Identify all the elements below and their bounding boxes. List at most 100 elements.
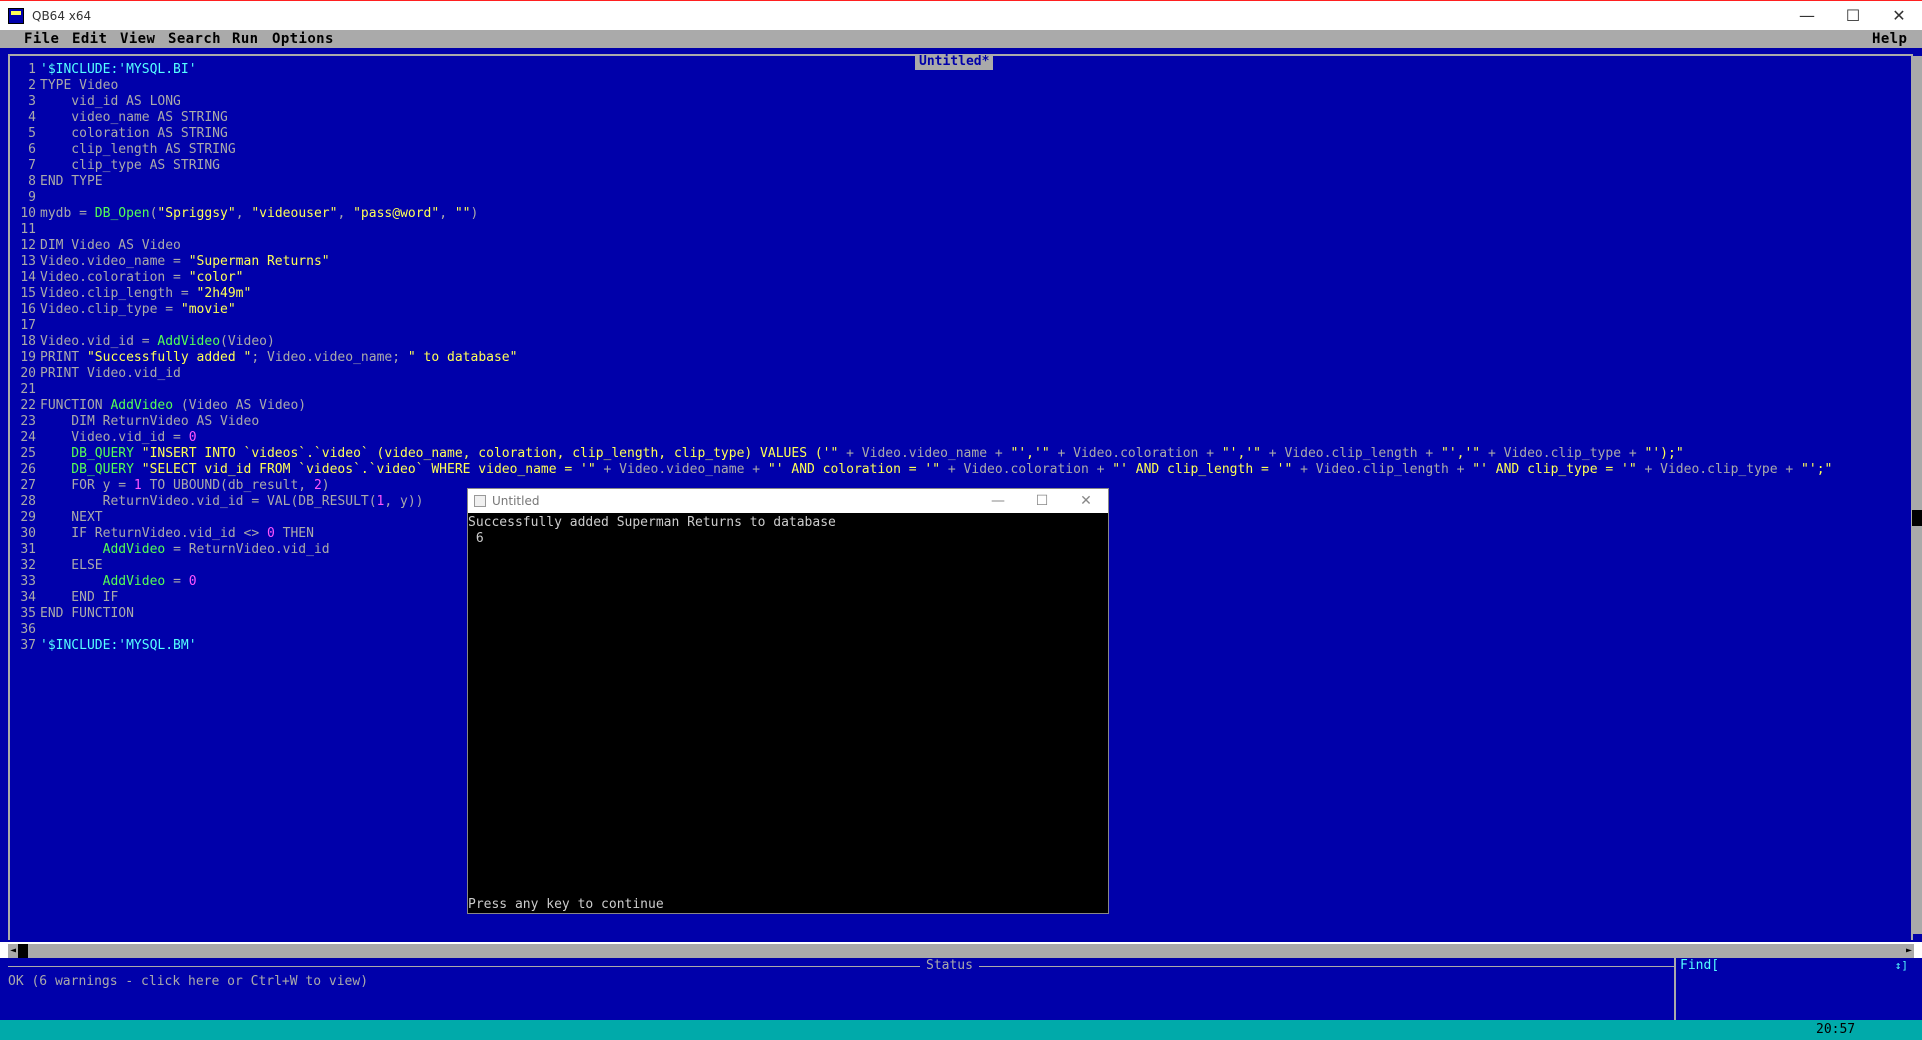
code-line[interactable]: PRINT "Successfully added "; Video.video…: [40, 350, 1900, 366]
code-token: Video.vid_id =: [40, 334, 158, 349]
horizontal-scroll-thumb[interactable]: [18, 944, 28, 958]
line-number: 22: [20, 398, 36, 413]
code-token: ,: [439, 206, 455, 221]
code-line[interactable]: END TYPE: [40, 174, 1900, 190]
line-number: 15: [20, 286, 36, 301]
line-number: 36: [20, 622, 36, 637]
code-line[interactable]: DB_QUERY "INSERT INTO `videos`.`video` (…: [40, 446, 1900, 462]
scroll-right-arrow-icon[interactable]: ►: [1904, 944, 1914, 958]
code-line[interactable]: vid_id AS LONG: [40, 94, 1900, 110]
status-message[interactable]: OK (6 warnings - click here or Ctrl+W to…: [8, 974, 368, 990]
code-line[interactable]: [40, 222, 1900, 238]
console-close-button[interactable]: ✕: [1064, 489, 1108, 513]
line-number: 10: [20, 206, 36, 221]
code-token: ReturnVideo.vid_id = VAL(DB_RESULT(: [40, 494, 377, 509]
window-titlebar: QB64 x64 — ☐ ✕: [0, 0, 1922, 30]
line-number: 27: [20, 478, 36, 493]
code-token: ,: [337, 206, 354, 221]
line-number: 26: [20, 462, 36, 477]
console-app-icon: [474, 495, 486, 507]
status-panel: Status OK (6 warnings - click here or Ct…: [0, 958, 1922, 1020]
code-token: FOR y =: [40, 478, 134, 493]
minimize-button[interactable]: —: [1784, 1, 1830, 31]
find-arrows-icon[interactable]: ↕]: [1895, 958, 1908, 974]
maximize-button[interactable]: ☐: [1830, 1, 1876, 31]
close-button[interactable]: ✕: [1876, 1, 1922, 31]
code-line[interactable]: [40, 318, 1900, 334]
code-token: mydb =: [40, 206, 95, 221]
code-line[interactable]: mydb = DB_Open("Spriggsy", "videouser", …: [40, 206, 1900, 222]
code-line[interactable]: [40, 382, 1900, 398]
menu-run[interactable]: Run: [232, 31, 259, 47]
code-line[interactable]: FUNCTION AddVideo (Video AS Video): [40, 398, 1900, 414]
line-number: 37: [20, 638, 36, 653]
console-output-line: Successfully added Superman Returns to d…: [468, 515, 836, 530]
code-token: + Video.video_name +: [838, 446, 1011, 461]
code-line[interactable]: Video.clip_type = "movie": [40, 302, 1900, 318]
menu-options[interactable]: Options: [272, 31, 334, 47]
code-line[interactable]: PRINT Video.vid_id: [40, 366, 1900, 382]
code-line[interactable]: Video.clip_length = "2h49m": [40, 286, 1900, 302]
console-minimize-button[interactable]: —: [976, 489, 1020, 513]
line-number: 20: [20, 366, 36, 381]
code-token: "' AND coloration = '": [767, 462, 941, 477]
console-title: Untitled: [492, 494, 540, 508]
code-line[interactable]: [40, 190, 1900, 206]
code-token: DIM ReturnVideo AS Video: [40, 414, 260, 429]
line-number: 14: [20, 270, 36, 285]
vertical-scroll-thumb[interactable]: [1912, 510, 1922, 526]
line-number: 29: [20, 510, 36, 525]
line-number: 25: [20, 446, 36, 461]
find-label[interactable]: Find[: [1680, 958, 1719, 974]
code-line[interactable]: clip_length AS STRING: [40, 142, 1900, 158]
find-box[interactable]: Find[ ↕]: [1674, 958, 1914, 1020]
code-line[interactable]: Video.vid_id = AddVideo(Video): [40, 334, 1900, 350]
menu-edit[interactable]: Edit: [72, 31, 107, 47]
line-number: 18: [20, 334, 36, 349]
menu-file[interactable]: File: [24, 31, 59, 47]
code-line[interactable]: video_name AS STRING: [40, 110, 1900, 126]
code-token: =: [165, 574, 189, 589]
code-token: NEXT: [40, 510, 103, 525]
bottom-bar: 20:57: [0, 1020, 1922, 1040]
code-token: TYPE Video: [40, 78, 119, 93]
code-line[interactable]: DIM Video AS Video: [40, 238, 1900, 254]
code-token: Video.vid_id =: [40, 430, 189, 445]
scroll-left-arrow-icon[interactable]: ◄: [8, 944, 18, 958]
console-window[interactable]: Untitled — ☐ ✕ Successfully added Superm…: [467, 488, 1109, 914]
code-token: 0: [188, 430, 197, 445]
code-token: vid_id AS LONG: [40, 94, 181, 109]
code-line[interactable]: Video.video_name = "Superman Returns": [40, 254, 1900, 270]
code-line[interactable]: clip_type AS STRING: [40, 158, 1900, 174]
menu-search[interactable]: Search: [168, 31, 221, 47]
code-token: Video.coloration =: [40, 270, 189, 285]
code-token: "2h49m": [196, 286, 252, 301]
menu-help[interactable]: Help: [1872, 31, 1907, 47]
code-token: ,: [235, 206, 252, 221]
code-line[interactable]: '$INCLUDE:'MYSQL.BI': [40, 62, 1900, 78]
code-line[interactable]: Video.coloration = "color": [40, 270, 1900, 286]
vertical-scrollbar[interactable]: [1912, 56, 1922, 934]
line-number: 35: [20, 606, 36, 621]
code-token: "';": [1801, 462, 1833, 477]
code-token: '$INCLUDE:'MYSQL.BM': [40, 638, 197, 653]
code-line[interactable]: TYPE Video: [40, 78, 1900, 94]
code-line[interactable]: Video.vid_id = 0: [40, 430, 1900, 446]
code-token: "','": [1010, 446, 1050, 461]
code-token: AddVideo: [157, 334, 221, 349]
line-number: 31: [20, 542, 36, 557]
code-token: video_name AS STRING: [40, 110, 228, 125]
menu-view[interactable]: View: [120, 31, 155, 47]
line-number: 30: [20, 526, 36, 541]
status-title: Status: [920, 958, 979, 974]
code-line[interactable]: DB_QUERY "SELECT vid_id FROM `videos`.`v…: [40, 462, 1900, 478]
code-line[interactable]: DIM ReturnVideo AS Video: [40, 414, 1900, 430]
horizontal-scrollbar[interactable]: ◄ ►: [8, 944, 1914, 958]
line-number: 33: [20, 574, 36, 589]
code-token: DB_QUERY: [40, 462, 142, 477]
code-line[interactable]: coloration AS STRING: [40, 126, 1900, 142]
console-maximize-button[interactable]: ☐: [1020, 489, 1064, 513]
code-token: "');": [1644, 446, 1684, 461]
code-token: + Video.coloration +: [940, 462, 1113, 477]
